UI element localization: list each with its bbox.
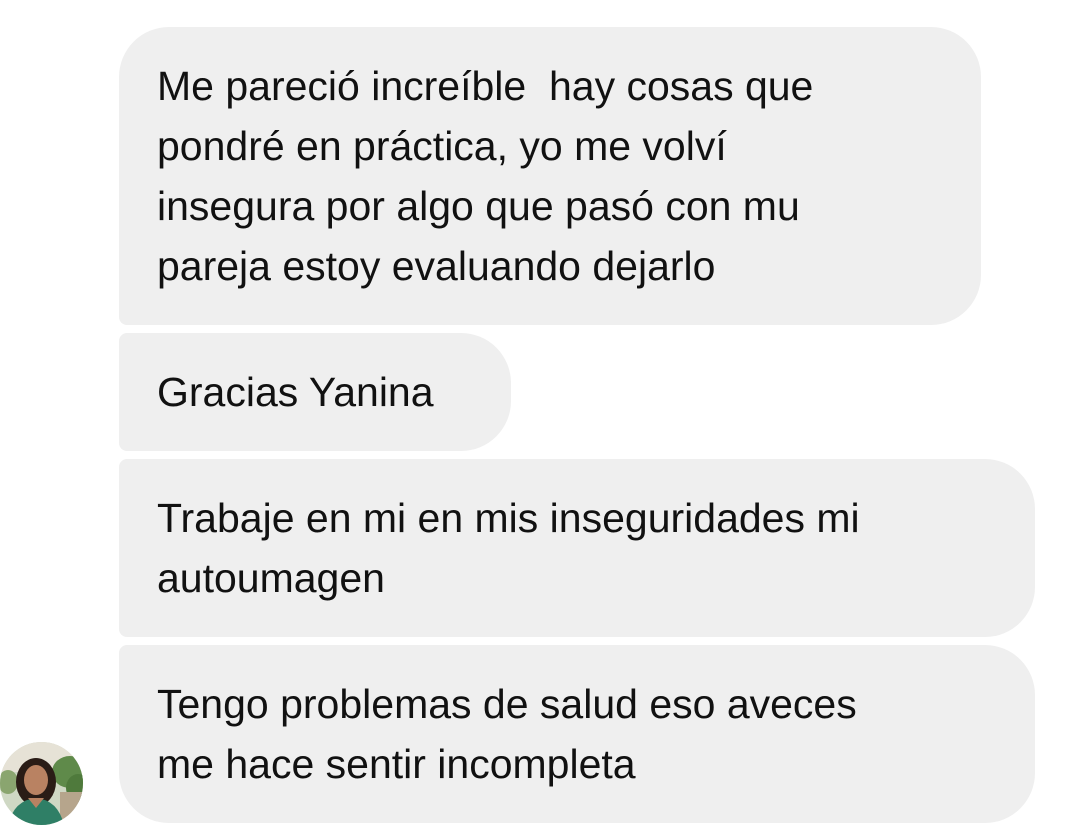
received-message-bubble[interactable]: Tengo problemas de salud eso aveces me h… bbox=[119, 645, 1035, 823]
received-message-bubble[interactable]: Gracias Yanina bbox=[119, 333, 511, 451]
received-message-bubble[interactable]: Me pareció increíble hay cosas que pondr… bbox=[119, 27, 981, 325]
sender-avatar[interactable] bbox=[0, 742, 83, 825]
message-thread: Me pareció increíble hay cosas que pondr… bbox=[0, 0, 1090, 827]
received-message-bubble[interactable]: Trabaje en mi en mis inseguridades mi au… bbox=[119, 459, 1035, 637]
profile-photo-icon bbox=[0, 742, 83, 825]
